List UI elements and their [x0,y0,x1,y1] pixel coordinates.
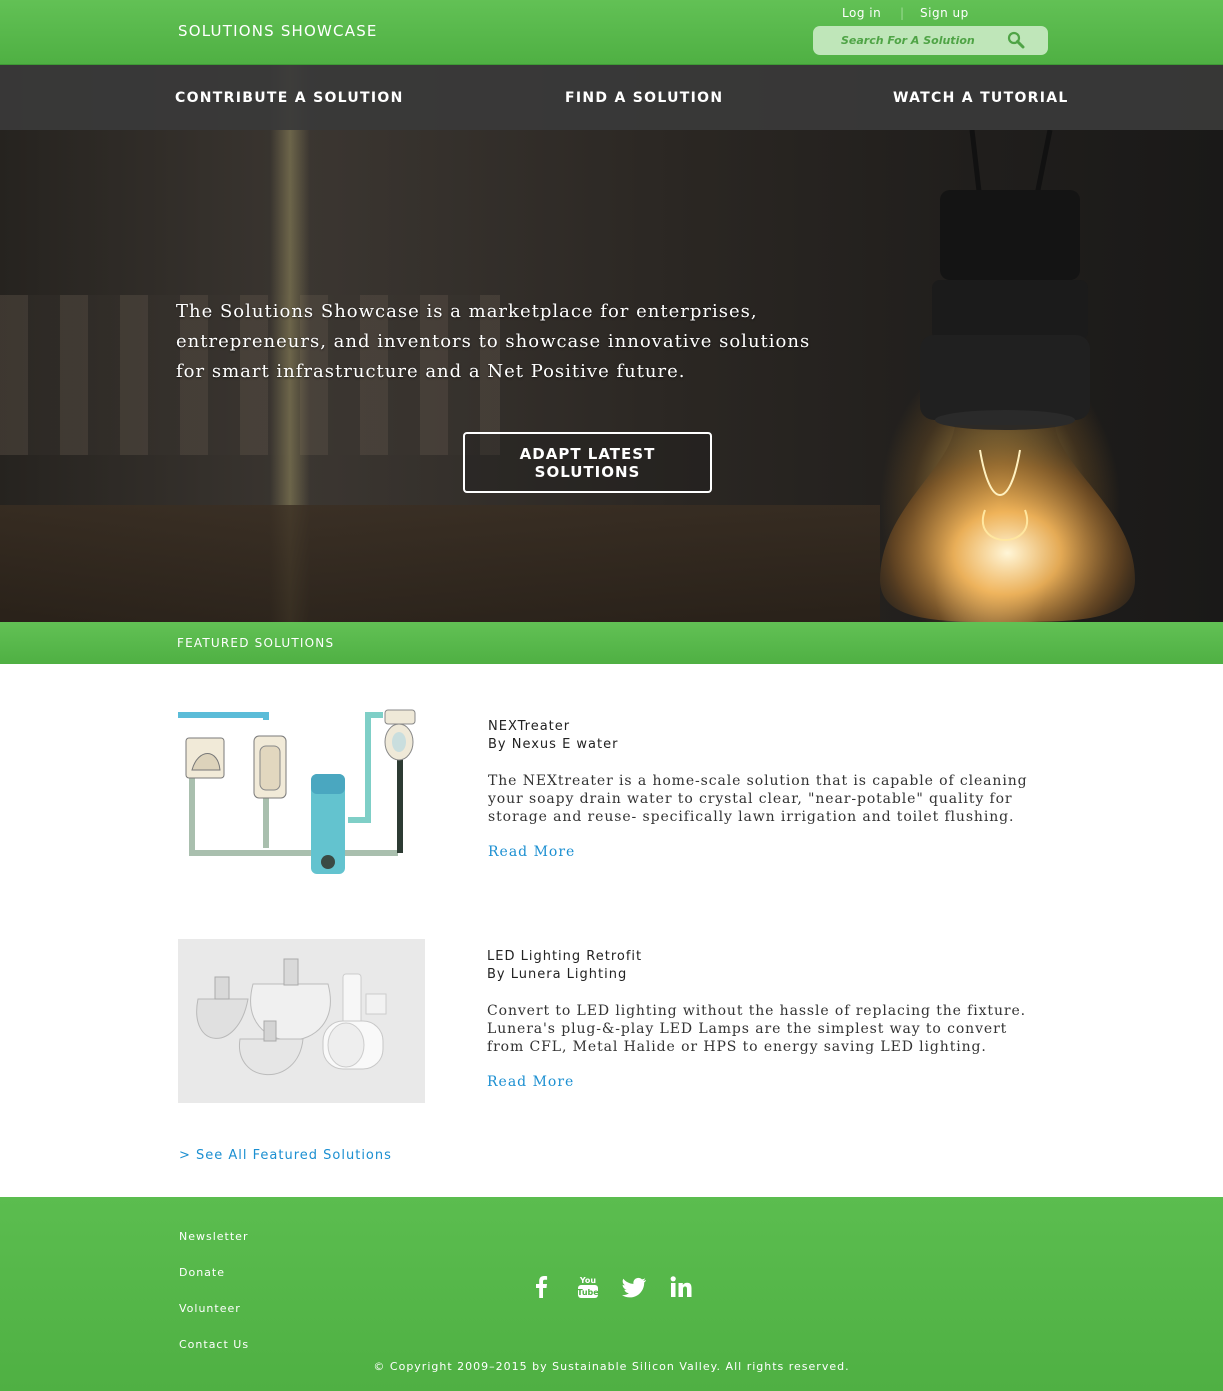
site-header: SOLUTIONS SHOWCASE Log in | Sign up [0,0,1223,65]
read-more-link[interactable]: Read More [488,844,575,860]
copyright-text: © Copyright 2009–2015 by Sustainable Sil… [373,1360,850,1373]
solution-title[interactable]: NEXTreater [488,719,570,734]
search-box [813,26,1048,55]
hero-tagline: The Solutions Showcase is a marketplace … [176,301,811,382]
featured-solutions-title: FEATURED SOLUTIONS [177,636,335,650]
main-nav: CONTRIBUTE A SOLUTION FIND A SOLUTION WA… [0,65,1223,130]
linkedin-icon[interactable] [668,1274,694,1300]
solution-title[interactable]: LED Lighting Retrofit [487,949,642,964]
signup-link[interactable]: Sign up [920,6,969,20]
nav-contribute-solution[interactable]: CONTRIBUTE A SOLUTION [175,90,404,106]
featured-solutions-bar: FEATURED SOLUTIONS [0,622,1223,664]
site-footer: Newsletter Donate Volunteer Contact Us Y… [0,1197,1223,1391]
solution-author: By Lunera Lighting [487,967,628,982]
site-title[interactable]: SOLUTIONS SHOWCASE [178,22,378,40]
see-all-featured-link[interactable]: > See All Featured Solutions [179,1148,392,1163]
nextreater-diagram-image[interactable] [178,708,424,878]
footer-link-volunteer[interactable]: Volunteer [179,1302,241,1315]
youtube-icon[interactable]: You Tube [575,1274,601,1300]
login-link[interactable]: Log in [842,6,881,20]
hero-background-shelf [0,505,880,622]
facebook-icon[interactable] [529,1274,555,1300]
light-bulb-image [880,130,1135,622]
nav-find-solution[interactable]: FIND A SOLUTION [565,90,723,106]
footer-link-donate[interactable]: Donate [179,1266,225,1279]
svg-text:Tube: Tube [577,1288,599,1297]
read-more-link[interactable]: Read More [487,1074,574,1090]
auth-separator: | [900,6,905,20]
nav-watch-tutorial[interactable]: WATCH A TUTORIAL [893,90,1069,106]
search-icon[interactable] [1006,30,1026,50]
adapt-latest-solutions-button[interactable]: ADAPT LATEST SOLUTIONS [463,432,712,493]
solution-description: The NEXtreater is a home-scale solution … [488,773,1028,825]
footer-link-newsletter[interactable]: Newsletter [179,1230,248,1243]
search-input[interactable] [841,32,1001,48]
led-lamps-image[interactable] [178,939,425,1103]
solution-author: By Nexus E water [488,737,619,752]
solution-description: Convert to LED lighting without the hass… [487,1003,1027,1055]
twitter-icon[interactable] [622,1274,648,1300]
svg-text:You: You [579,1276,597,1285]
footer-link-contact-us[interactable]: Contact Us [179,1338,249,1351]
